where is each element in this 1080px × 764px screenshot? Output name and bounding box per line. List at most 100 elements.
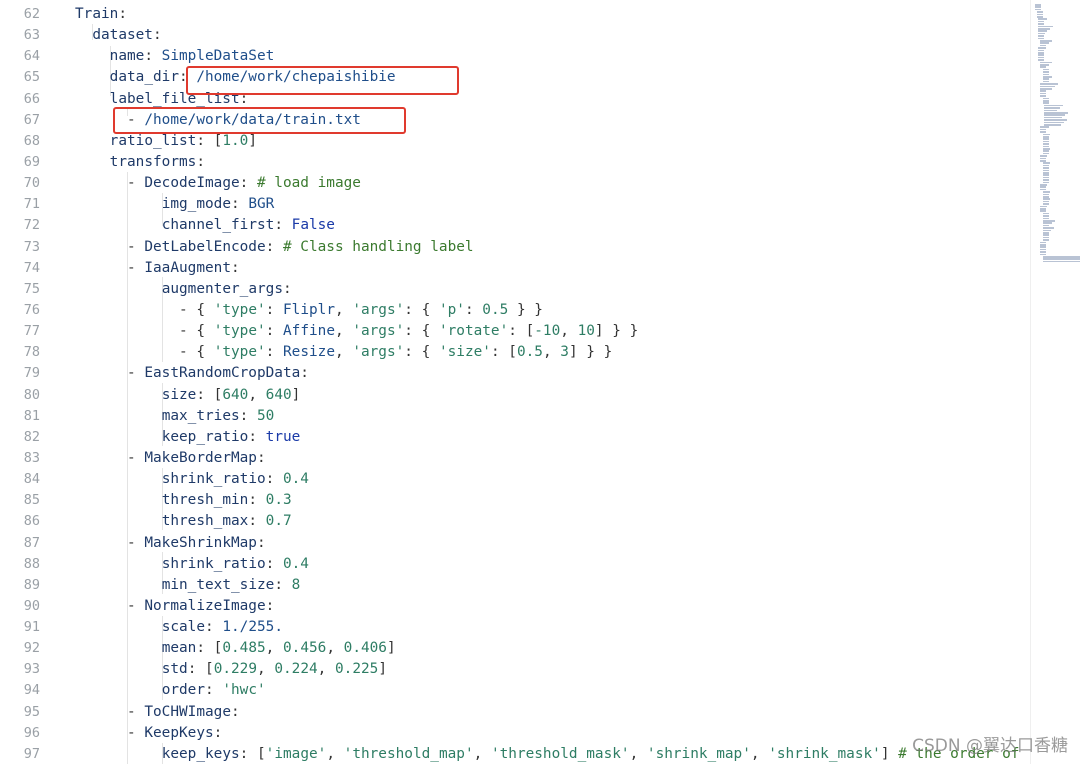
line-number: 91 bbox=[23, 619, 40, 636]
code-line: 62 Train: bbox=[0, 4, 1030, 25]
minimap-stroke bbox=[1042, 256, 1080, 258]
line-number: 74 bbox=[23, 259, 40, 276]
code-text: keep_keys: ['image', 'threshold_map', 't… bbox=[162, 744, 1020, 764]
code-token: - bbox=[127, 703, 145, 720]
code-token: img_mode bbox=[161, 196, 231, 213]
minimap-stroke bbox=[1042, 136, 1049, 138]
code-text: - IaaAugment: bbox=[127, 258, 240, 279]
minimap-stroke bbox=[1042, 258, 1080, 260]
minimap-stroke bbox=[1039, 126, 1049, 128]
line-number: 85 bbox=[23, 492, 40, 509]
line-number: 80 bbox=[23, 386, 40, 403]
line-number: 92 bbox=[23, 640, 40, 657]
minimap-stroke bbox=[1036, 13, 1043, 16]
code-token: 0.225 bbox=[335, 661, 379, 678]
minimap-stroke bbox=[1042, 193, 1049, 196]
minimap-stroke bbox=[1038, 52, 1044, 54]
code-token: : bbox=[248, 428, 266, 445]
minimap-stroke bbox=[1042, 143, 1049, 145]
code-token: , bbox=[326, 745, 344, 762]
code-token: data_dir bbox=[109, 69, 179, 86]
code-token: ] bbox=[880, 745, 899, 762]
code-token: transforms bbox=[109, 153, 197, 170]
code-token: : bbox=[274, 217, 292, 234]
code-token: , bbox=[473, 745, 491, 762]
minimap-stroke bbox=[1038, 23, 1044, 25]
minimap-stroke bbox=[1042, 181, 1049, 184]
code-token: dataset bbox=[92, 27, 153, 44]
code-text: order: 'hwc' bbox=[162, 680, 266, 701]
minimap-stroke bbox=[1036, 16, 1043, 18]
minimap-stroke bbox=[1042, 71, 1049, 73]
code-token: - { bbox=[179, 344, 214, 361]
code-line: 64 name: SimpleDataSet bbox=[0, 46, 1030, 67]
minimap-stroke bbox=[1042, 224, 1049, 227]
code-token: ] } } bbox=[568, 344, 613, 361]
code-line: 93 std: [0.229, 0.224, 0.225] bbox=[0, 659, 1030, 680]
code-token: : bbox=[300, 365, 309, 382]
code-line: 70 - DecodeImage: # load image bbox=[0, 173, 1030, 194]
code-line: 74 - IaaAugment: bbox=[0, 258, 1030, 279]
code-line: 77 - { 'type': Affine, 'args': { 'rotate'… bbox=[0, 321, 1030, 342]
code-minimap[interactable] bbox=[1030, 0, 1080, 764]
code-token: 0.224 bbox=[274, 661, 318, 678]
code-text: - MakeBorderMap: bbox=[127, 448, 266, 469]
code-token: - bbox=[127, 238, 145, 255]
code-token: max_tries bbox=[161, 407, 240, 424]
line-number: 97 bbox=[23, 745, 40, 762]
code-token: - bbox=[127, 724, 145, 741]
code-token: shrink_ratio bbox=[161, 555, 266, 572]
line-number: 78 bbox=[23, 344, 40, 361]
line-number: 79 bbox=[23, 365, 40, 382]
code-token: , bbox=[257, 661, 275, 678]
code-token: , bbox=[334, 344, 353, 361]
line-number: 75 bbox=[23, 280, 40, 297]
minimap-stroke bbox=[1042, 212, 1049, 215]
code-token: : { bbox=[404, 344, 439, 361]
code-token: KeepKeys bbox=[144, 724, 214, 741]
minimap-stroke bbox=[1039, 157, 1046, 160]
code-token: : bbox=[464, 301, 483, 318]
code-token: : bbox=[256, 534, 266, 551]
code-token: , bbox=[317, 661, 335, 678]
code-token: : bbox=[248, 513, 266, 530]
line-number: 93 bbox=[23, 661, 40, 678]
line-number: 62 bbox=[23, 6, 40, 22]
code-token: : bbox=[248, 492, 266, 509]
code-token: 'image' bbox=[265, 745, 327, 762]
code-line: 85 thresh_min: 0.3 bbox=[0, 490, 1030, 511]
line-number: 88 bbox=[23, 555, 40, 572]
minimap-stroke bbox=[1042, 260, 1080, 263]
code-token: order bbox=[161, 682, 206, 699]
code-token: 0.406 bbox=[343, 640, 387, 657]
minimap-stroke bbox=[1035, 6, 1041, 8]
code-token: : [ bbox=[187, 661, 214, 678]
line-number: 70 bbox=[23, 175, 40, 192]
minimap-stroke bbox=[1038, 18, 1047, 20]
code-text: channel_first: False bbox=[162, 215, 335, 236]
code-token: : { bbox=[404, 323, 439, 340]
minimap-stroke bbox=[1042, 198, 1050, 200]
minimap-stroke bbox=[1042, 227, 1055, 229]
line-number: 63 bbox=[23, 27, 40, 44]
minimap-stroke bbox=[1038, 30, 1047, 32]
code-line: 89 min_text_size: 8 bbox=[0, 575, 1030, 596]
code-token: , bbox=[629, 745, 647, 762]
code-token: 1.0 bbox=[222, 132, 249, 149]
line-number: 64 bbox=[23, 48, 40, 65]
code-line: 63 dataset: bbox=[0, 25, 1030, 46]
minimap-stroke bbox=[1044, 119, 1067, 121]
line-number: 72 bbox=[23, 217, 40, 234]
code-text: - { 'type': Fliplr, 'args': { 'p': 0.5 }… bbox=[179, 300, 543, 321]
code-token: 8 bbox=[291, 576, 301, 593]
minimap-stroke bbox=[1042, 200, 1049, 203]
minimap-stroke bbox=[1044, 116, 1062, 119]
code-token: : bbox=[239, 407, 257, 424]
minimap-stroke bbox=[1044, 107, 1060, 109]
code-token: DetLabelEncode bbox=[144, 238, 266, 255]
code-token: EastRandomCropData bbox=[144, 365, 301, 382]
code-token: 'size' bbox=[438, 344, 491, 361]
code-token: ] bbox=[378, 661, 387, 678]
code-token: ] bbox=[291, 386, 301, 403]
code-token: - bbox=[127, 597, 145, 614]
